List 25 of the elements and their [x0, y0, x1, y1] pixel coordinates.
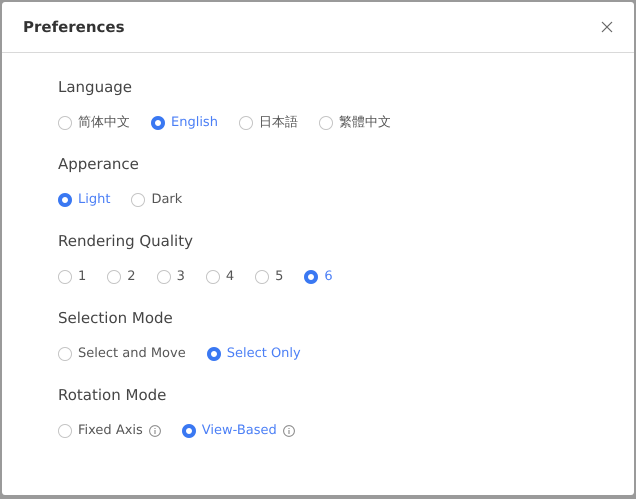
radio-option[interactable]: 1 — [58, 268, 86, 286]
radio-option[interactable]: Select and Move — [58, 345, 186, 363]
radio-option[interactable]: 2 — [107, 268, 136, 286]
close-button[interactable] — [600, 20, 614, 34]
radio-option[interactable]: Fixed Axis — [58, 422, 143, 440]
info-icon[interactable] — [282, 425, 295, 437]
radio-option[interactable]: 4 — [206, 268, 234, 286]
section-label: Selection Mode — [58, 308, 174, 328]
radio-option[interactable]: Select Only — [206, 345, 301, 363]
radio-option[interactable]: 日本語 — [238, 114, 298, 132]
section-label: Rotation Mode — [58, 385, 168, 405]
radio-option[interactable]: 6 — [304, 268, 333, 286]
radio-option[interactable]: English — [151, 114, 218, 132]
section-label: Rendering Quality — [58, 231, 194, 251]
radio-option[interactable]: 5 — [255, 268, 284, 286]
radio-option[interactable]: View-Based — [182, 422, 277, 440]
section-label: Apperance — [58, 154, 140, 174]
radio-option[interactable]: 简体中文 — [58, 114, 130, 132]
info-icon[interactable] — [148, 425, 161, 437]
radio-option[interactable]: Light — [58, 191, 110, 209]
radio-option[interactable]: Dark — [131, 191, 182, 209]
radio-option[interactable]: 3 — [156, 268, 185, 286]
section-label: Language — [58, 77, 134, 97]
radio-option[interactable]: 繁體中文 — [318, 114, 391, 132]
dialog-title: Preferences — [23, 18, 125, 36]
